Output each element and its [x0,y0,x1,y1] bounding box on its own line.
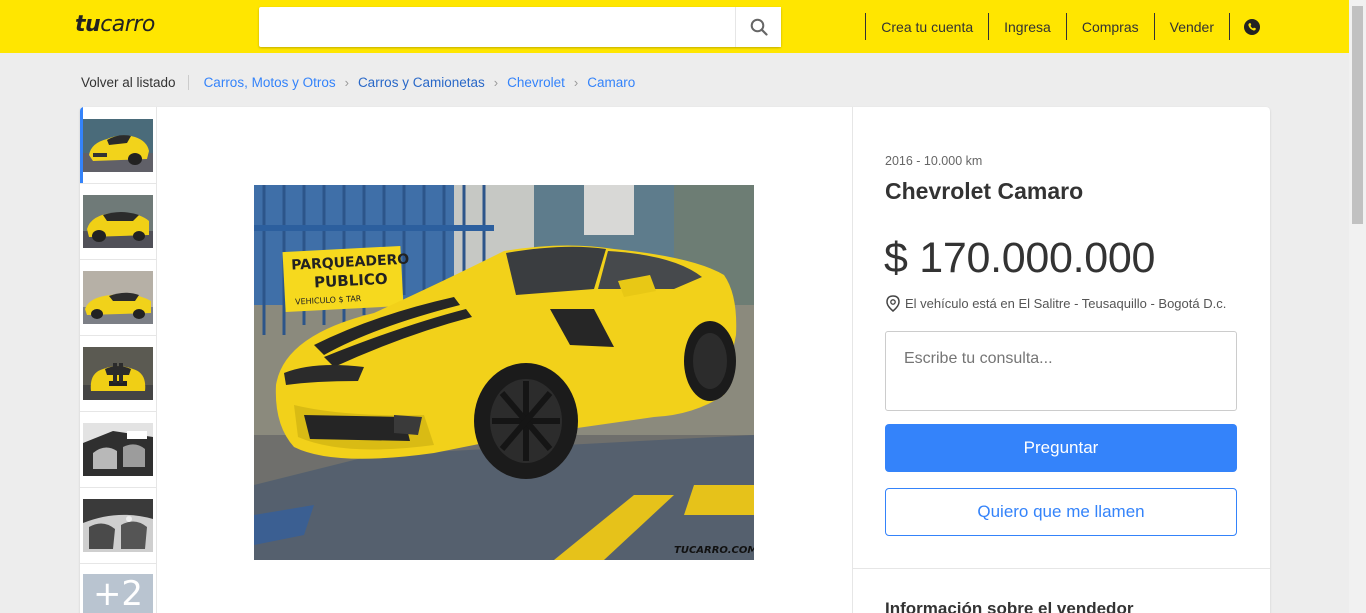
header-nav: Crea tu cuenta Ingresa Compras Vender [865,13,1274,40]
nav-phone[interactable] [1229,13,1274,40]
thumb-divider [80,563,156,564]
scrollbar-thumb[interactable] [1352,6,1363,224]
breadcrumb-subcategory[interactable]: Carros y Camionetas [358,75,485,90]
year-mileage: 2016 - 10.000 km [885,154,983,168]
car-front-thumb[interactable] [83,119,153,172]
ask-button[interactable]: Preguntar [885,424,1237,472]
chevron-right-icon: › [493,74,499,90]
thumb-divider [80,411,156,412]
listing-card: +2 PARQUEADERO PUBLICO VEHICULO $ TAR TU… [80,107,1270,613]
question-box [885,331,1237,411]
listing-title: Chevrolet Camaro [885,178,1084,204]
chevron-right-icon: › [344,74,349,90]
location-text: El vehículo está en El Salitre - Teusaqu… [905,296,1227,311]
car-side-thumb[interactable] [83,271,153,324]
thumbnail-strip: +2 [80,107,157,613]
photo-watermark: TUCARRO.COM [674,545,754,556]
location: El vehículo está en El Salitre - Teusaqu… [886,295,1226,312]
nav-create-account[interactable]: Crea tu cuenta [865,13,988,40]
main-car-photo[interactable]: PARQUEADERO PUBLICO VEHICULO $ TAR TUCAR… [254,185,754,560]
nav-sell[interactable]: Vender [1153,13,1229,40]
tucarro-logo[interactable]: tucarro [75,12,155,37]
breadcrumb: Volver al listado Carros, Motos y Otros … [81,74,635,90]
logo-bold-text: tu [75,12,101,37]
phone-icon [1244,18,1260,35]
nav-purchases[interactable]: Compras [1065,13,1154,40]
seller-info-heading: Información sobre el vendedor [885,599,1134,613]
listing-info-panel: 2016 - 10.000 km Chevrolet Camaro $ 170.… [852,107,1270,613]
thumb-divider [80,335,156,336]
car-front-view-thumb[interactable] [83,347,153,400]
back-to-list-link[interactable]: Volver al listado [81,74,189,90]
search-input[interactable] [259,7,735,47]
thumb-divider [80,183,156,184]
location-pin-icon [886,295,900,312]
breadcrumb-model[interactable]: Camaro [587,75,635,90]
chevron-right-icon: › [573,74,579,90]
question-input[interactable] [904,350,1218,392]
thumb-divider [80,259,156,260]
thumb-divider [80,487,156,488]
listing-price: $ 170.000.000 [884,234,1156,282]
breadcrumb-category[interactable]: Carros, Motos y Otros [204,75,336,90]
more-photos-count: +2 [92,574,144,613]
top-header: tucarro Crea tu cuenta Ingresa Compras V… [0,0,1349,53]
interior-thumb[interactable] [83,423,153,476]
nav-login[interactable]: Ingresa [988,13,1066,40]
sign-text-line2: PUBLICO [314,270,388,292]
interior-rear-thumb[interactable] [83,499,153,552]
search-button[interactable] [735,7,781,47]
call-me-button[interactable]: Quiero que me llamen [885,488,1237,536]
search-icon [750,18,768,36]
section-divider [853,568,1270,569]
breadcrumb-brand[interactable]: Chevrolet [507,75,565,90]
more-photos-tile[interactable]: +2 [83,574,153,613]
car-rear-thumb[interactable] [83,195,153,248]
logo-rest-text: carro [100,12,155,37]
search-box [259,7,781,47]
